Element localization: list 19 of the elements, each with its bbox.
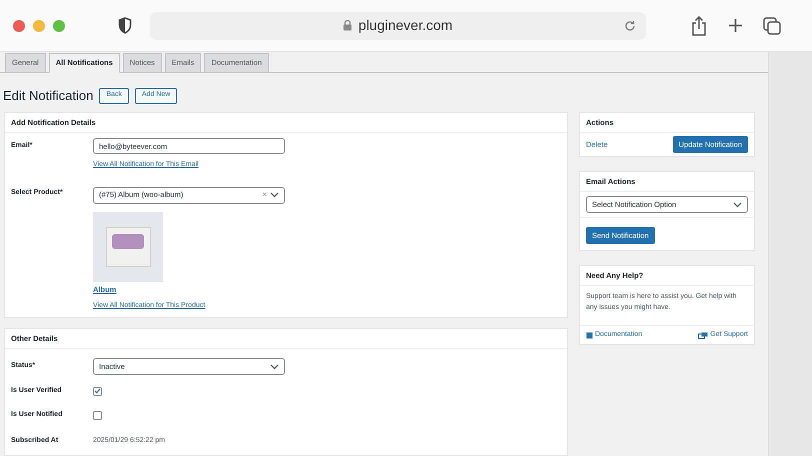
product-image-placeholder — [93, 212, 163, 282]
chevron-down-icon — [270, 192, 279, 198]
tabs-icon[interactable] — [763, 16, 781, 34]
checkbox[interactable] — [93, 410, 102, 420]
checkbox[interactable] — [93, 386, 102, 396]
reload-icon[interactable] — [624, 20, 636, 32]
address-bar[interactable]: pluginever.com — [150, 12, 646, 40]
document-icon — [586, 332, 593, 338]
chevron-down-icon — [270, 364, 279, 370]
plus-icon[interactable] — [728, 18, 743, 33]
chat-icon — [698, 332, 708, 338]
close-window-icon[interactable] — [13, 20, 25, 32]
shield-icon[interactable] — [118, 17, 132, 34]
share-icon[interactable] — [691, 16, 707, 36]
url-text: pluginever.com — [358, 16, 453, 35]
page-title: Edit Notification — [3, 86, 94, 105]
chevron-down-icon — [733, 202, 742, 208]
lock-icon — [343, 20, 352, 31]
clear-selection[interactable]: × — [262, 189, 267, 201]
